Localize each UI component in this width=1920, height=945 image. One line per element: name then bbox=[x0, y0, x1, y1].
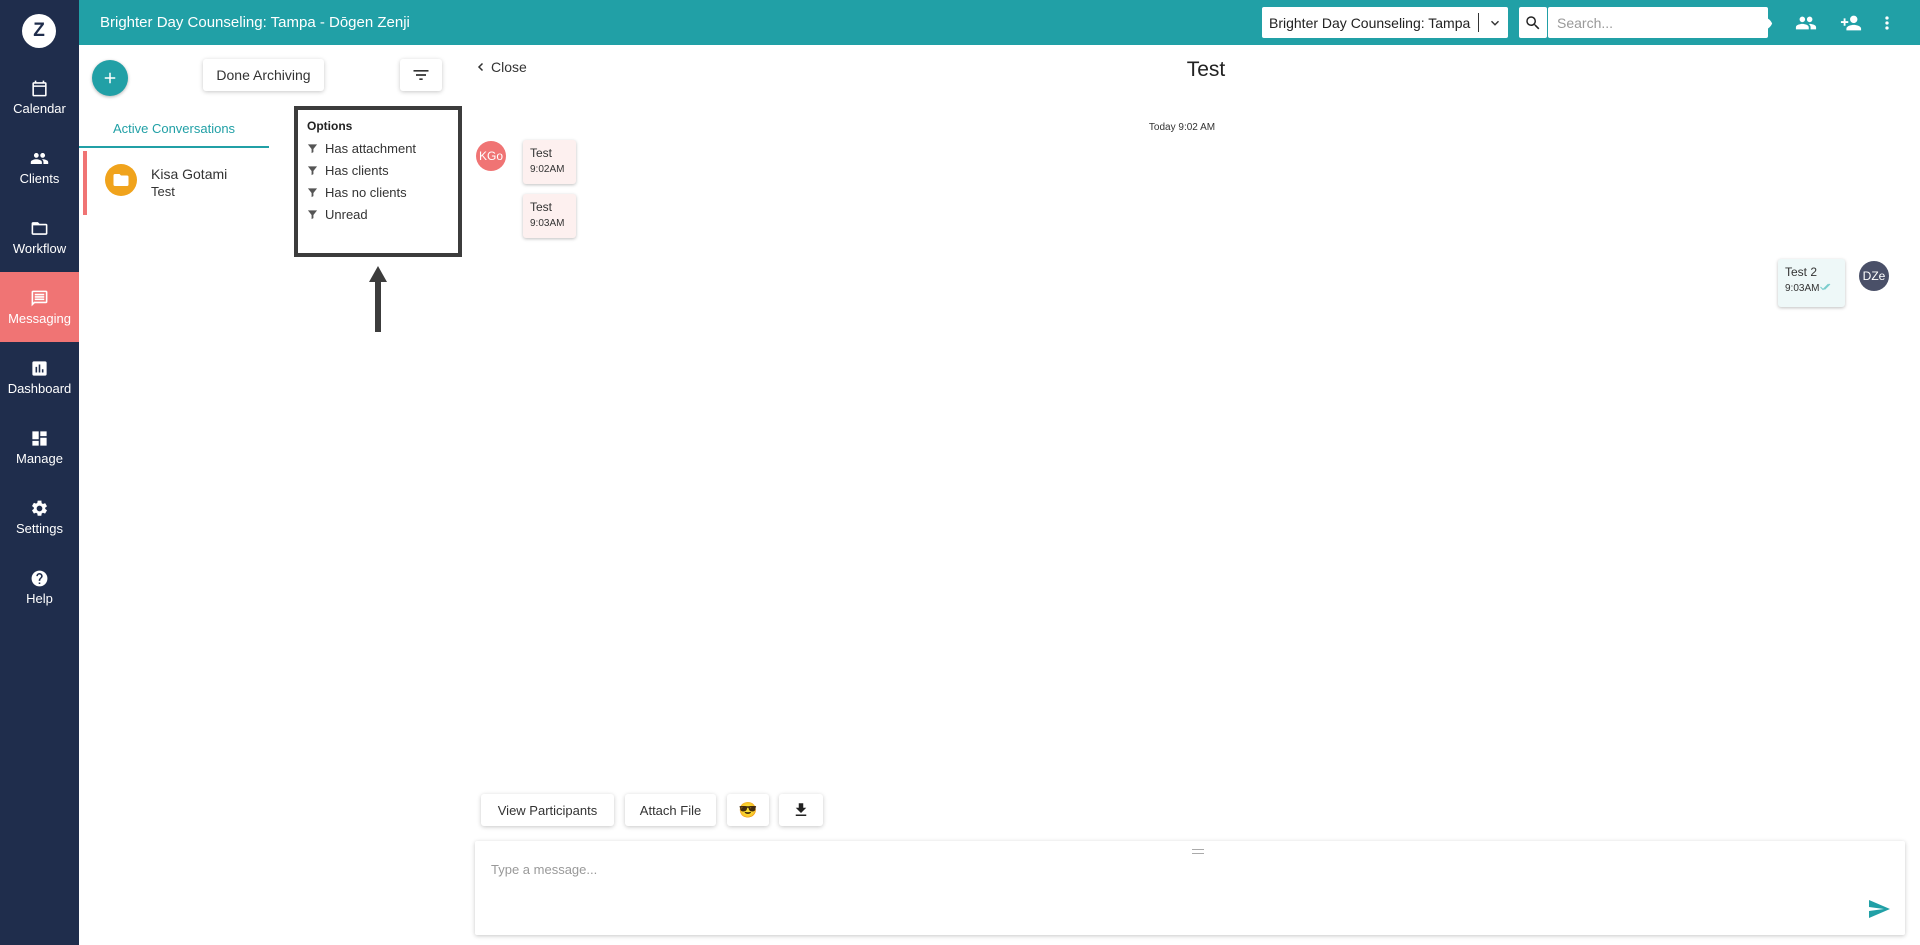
group-icon bbox=[1795, 16, 1817, 30]
folder-icon bbox=[31, 221, 48, 235]
location-select-value: Brighter Day Counseling: Tampa bbox=[1269, 14, 1471, 31]
tab-active-conversations[interactable]: Active Conversations bbox=[79, 117, 269, 148]
message-time: 9:03AM bbox=[530, 218, 565, 229]
sidebar-item-messaging[interactable]: Messaging bbox=[0, 272, 79, 342]
option-label: Unread bbox=[325, 207, 368, 222]
people-icon bbox=[30, 152, 49, 164]
sidebar-item-label: Manage bbox=[16, 450, 63, 466]
notifications-button[interactable] bbox=[1707, 12, 1729, 34]
conversation-subject: Test bbox=[151, 184, 175, 199]
bell-icon bbox=[1711, 15, 1725, 31]
conversation-avatar bbox=[105, 164, 137, 196]
page-title: Brighter Day Counseling: Tampa - Dōgen Z… bbox=[100, 14, 410, 31]
attach-file-button[interactable]: Attach File bbox=[625, 794, 716, 826]
plus-icon bbox=[104, 72, 116, 84]
sidebar-item-label: Workflow bbox=[12, 240, 67, 256]
message-text: Test bbox=[530, 200, 553, 214]
funnel-icon bbox=[307, 144, 318, 154]
send-icon[interactable] bbox=[1867, 897, 1891, 921]
sidebar-item-label: Messaging bbox=[8, 310, 71, 326]
top-bar: Brighter Day Counseling: Tampa - Dōgen Z… bbox=[79, 0, 1920, 45]
select-divider bbox=[1478, 13, 1479, 32]
message-text: Test 2 bbox=[1785, 265, 1818, 279]
option-label: Has attachment bbox=[325, 141, 417, 156]
sidebar-item-label: Dashboard bbox=[7, 380, 72, 396]
view-participants-button[interactable]: View Participants bbox=[481, 794, 614, 826]
filter-button[interactable] bbox=[400, 59, 442, 91]
funnel-icon bbox=[307, 166, 318, 176]
app-logo[interactable]: Z bbox=[22, 14, 56, 48]
done-archiving-button[interactable]: Done Archiving bbox=[203, 59, 324, 91]
message-bubble: Test 9:02AM bbox=[523, 140, 576, 184]
more-button[interactable] bbox=[1876, 12, 1898, 34]
option-label: Has no clients bbox=[325, 185, 407, 200]
search-button[interactable] bbox=[1519, 7, 1547, 38]
chart-icon bbox=[32, 360, 47, 376]
sidebar-item-label: Clients bbox=[19, 170, 60, 186]
funnel-icon bbox=[307, 188, 318, 198]
sidebar-item-clients[interactable]: Clients bbox=[0, 132, 79, 202]
conversation-name: Kisa Gotami bbox=[151, 166, 228, 182]
new-conversation-button[interactable] bbox=[92, 60, 128, 96]
folder-icon bbox=[113, 174, 129, 186]
read-check-icon bbox=[1820, 283, 1831, 291]
sidebar-item-calendar[interactable]: Calendar bbox=[0, 62, 79, 132]
more-vert-icon bbox=[1885, 16, 1889, 30]
option-has-no-clients[interactable]: Has no clients bbox=[307, 185, 407, 200]
day-stamp: Today 9:02 AM bbox=[1148, 122, 1216, 133]
options-header: Options bbox=[307, 119, 353, 133]
eye-icon bbox=[1752, 16, 1772, 30]
funnel-icon bbox=[307, 210, 318, 220]
arrow-up-annotation bbox=[369, 266, 387, 332]
options-menu: Options Has attachment Has clients Has n… bbox=[294, 106, 462, 257]
sidebar-item-manage[interactable]: Manage bbox=[0, 412, 79, 482]
chevron-down-icon bbox=[1491, 20, 1499, 26]
search-icon bbox=[1526, 15, 1540, 29]
chat-title: Test bbox=[1186, 58, 1226, 81]
message-text: Test bbox=[530, 146, 553, 160]
sidebar-item-label: Calendar bbox=[13, 100, 66, 116]
group-button[interactable] bbox=[1795, 12, 1817, 34]
message-time: 9:03AM bbox=[1785, 283, 1838, 294]
sidebar-item-settings[interactable]: Settings bbox=[0, 482, 79, 552]
sidebar-item-label: Settings bbox=[16, 520, 63, 536]
option-label: Has clients bbox=[325, 163, 389, 178]
dashboard-icon bbox=[32, 430, 47, 446]
message-bubble: Test 9:03AM bbox=[523, 194, 576, 238]
view-button[interactable] bbox=[1751, 12, 1773, 34]
sender-avatar: KGo bbox=[476, 141, 506, 171]
emoji-button[interactable]: 😎 bbox=[727, 794, 769, 826]
add-person-icon bbox=[1840, 15, 1862, 31]
sidebar-item-workflow[interactable]: Workflow bbox=[0, 202, 79, 272]
message-composer bbox=[475, 841, 1905, 935]
option-has-attachment[interactable]: Has attachment bbox=[307, 141, 416, 156]
sidebar: Z Calendar Clients Workflow Messaging Da… bbox=[0, 0, 79, 945]
option-unread[interactable]: Unread bbox=[307, 207, 368, 222]
message-input[interactable] bbox=[475, 841, 1855, 935]
add-person-button[interactable] bbox=[1840, 12, 1862, 34]
message-icon bbox=[31, 290, 48, 306]
sidebar-item-label: Help bbox=[26, 590, 53, 606]
sidebar-item-help[interactable]: Help bbox=[0, 552, 79, 622]
help-icon bbox=[31, 570, 48, 586]
sidebar-item-dashboard[interactable]: Dashboard bbox=[0, 342, 79, 412]
search-input[interactable] bbox=[1548, 7, 1768, 38]
option-has-clients[interactable]: Has clients bbox=[307, 163, 389, 178]
location-select[interactable]: Brighter Day Counseling: Tampa bbox=[1262, 7, 1508, 38]
calendar-icon bbox=[32, 80, 47, 96]
chat-panel: Close Test Today 9:02 AM KGo Test 9:02AM… bbox=[467, 45, 1920, 945]
download-button[interactable] bbox=[779, 794, 823, 826]
message-time: 9:02AM bbox=[530, 164, 565, 175]
gear-icon bbox=[32, 500, 47, 516]
user-avatar: DZe bbox=[1859, 261, 1889, 291]
download-icon bbox=[795, 803, 807, 816]
message-bubble-outgoing: Test 2 9:03AM bbox=[1778, 259, 1845, 307]
filter-list-icon bbox=[413, 70, 429, 80]
